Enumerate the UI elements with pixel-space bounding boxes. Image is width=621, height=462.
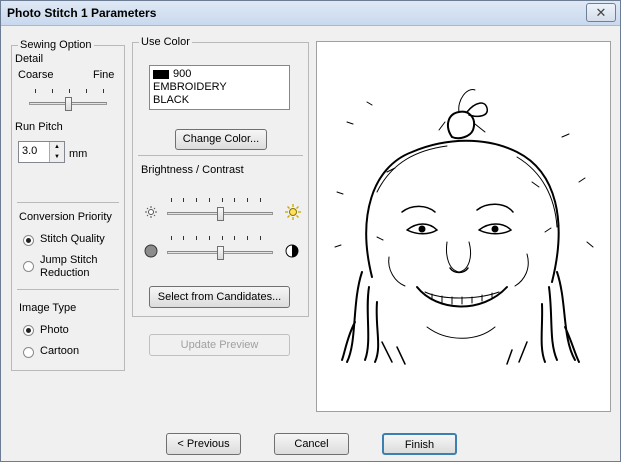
slider-tick — [171, 236, 172, 240]
brightness-slider-thumb[interactable] — [216, 207, 224, 221]
stitch-quality-radio[interactable] — [23, 235, 34, 246]
divider — [17, 289, 119, 290]
jump-stitch-label-line2[interactable]: Reduction — [40, 267, 90, 279]
close-button[interactable]: ✕ — [586, 3, 616, 22]
run-pitch-stepper[interactable]: 3.0 ▲ ▼ — [18, 141, 65, 163]
cartoon-radio[interactable] — [23, 347, 34, 358]
slider-tick — [234, 198, 235, 202]
slider-tick — [171, 198, 172, 202]
brightness-high-icon — [284, 203, 302, 224]
slider-tick — [183, 198, 184, 202]
color-code: 900 — [173, 68, 192, 80]
jump-stitch-label-line1[interactable]: Jump Stitch — [40, 254, 97, 266]
slider-tick — [183, 236, 184, 240]
photo-label[interactable]: Photo — [40, 324, 69, 336]
finish-button[interactable]: Finish — [382, 433, 457, 455]
run-pitch-label: Run Pitch — [15, 121, 63, 133]
slider-tick — [222, 198, 223, 202]
sewing-option-legend: Sewing Option — [18, 39, 94, 51]
sewing-option-group — [11, 45, 125, 371]
image-type-label: Image Type — [19, 302, 77, 314]
slider-tick — [69, 89, 70, 93]
stepper-down-icon[interactable]: ▼ — [49, 152, 64, 162]
brightness-low-icon — [143, 204, 159, 223]
slider-tick — [222, 236, 223, 240]
color-brand: EMBROIDERY — [153, 81, 227, 93]
previous-button[interactable]: < Previous — [166, 433, 241, 455]
slider-tick — [86, 89, 87, 93]
run-pitch-value[interactable]: 3.0 — [22, 145, 37, 157]
slider-tick — [260, 198, 261, 202]
color-name: BLACK — [153, 94, 190, 106]
coarse-label: Coarse — [18, 69, 54, 81]
stitch-quality-label[interactable]: Stitch Quality — [40, 233, 105, 245]
detail-slider-thumb[interactable] — [64, 97, 72, 111]
select-candidates-button[interactable]: Select from Candidates... — [149, 286, 290, 308]
slider-tick — [196, 198, 197, 202]
slider-tick — [52, 89, 53, 93]
slider-tick — [247, 236, 248, 240]
slider-tick — [209, 198, 210, 202]
jump-stitch-reduction-radio[interactable] — [23, 261, 34, 272]
use-color-legend: Use Color — [139, 36, 192, 48]
color-swatch — [153, 70, 169, 79]
dialog-window: Photo Stitch 1 Parameters ✕ Sewing Optio… — [0, 0, 621, 462]
fine-label: Fine — [93, 69, 115, 81]
slider-tick — [103, 89, 104, 93]
contrast-high-icon — [285, 244, 299, 261]
divider — [138, 155, 303, 156]
close-icon: ✕ — [595, 5, 607, 20]
contrast-slider-thumb[interactable] — [216, 246, 224, 260]
preview-image — [316, 41, 611, 412]
slider-tick — [35, 89, 36, 93]
color-listbox[interactable]: 900 EMBROIDERY BLACK — [149, 65, 290, 110]
cancel-button[interactable]: Cancel — [274, 433, 349, 455]
brightness-contrast-label: Brightness / Contrast — [141, 164, 244, 176]
slider-tick — [196, 236, 197, 240]
slider-tick — [247, 198, 248, 202]
photo-radio[interactable] — [23, 325, 34, 336]
title-bar: Photo Stitch 1 Parameters ✕ — [1, 1, 620, 26]
change-color-button[interactable]: Change Color... — [175, 129, 267, 150]
slider-tick — [260, 236, 261, 240]
slider-tick — [234, 236, 235, 240]
conversion-priority-label: Conversion Priority — [19, 211, 112, 223]
stitch-preview-sketch — [334, 89, 594, 365]
window-title: Photo Stitch 1 Parameters — [7, 6, 157, 20]
update-preview-button[interactable]: Update Preview — [149, 334, 290, 356]
divider — [17, 202, 119, 203]
detail-label: Detail — [15, 53, 44, 65]
cartoon-label[interactable]: Cartoon — [40, 345, 79, 357]
slider-tick — [209, 236, 210, 240]
run-pitch-unit: mm — [69, 148, 88, 160]
contrast-low-icon — [144, 244, 158, 261]
